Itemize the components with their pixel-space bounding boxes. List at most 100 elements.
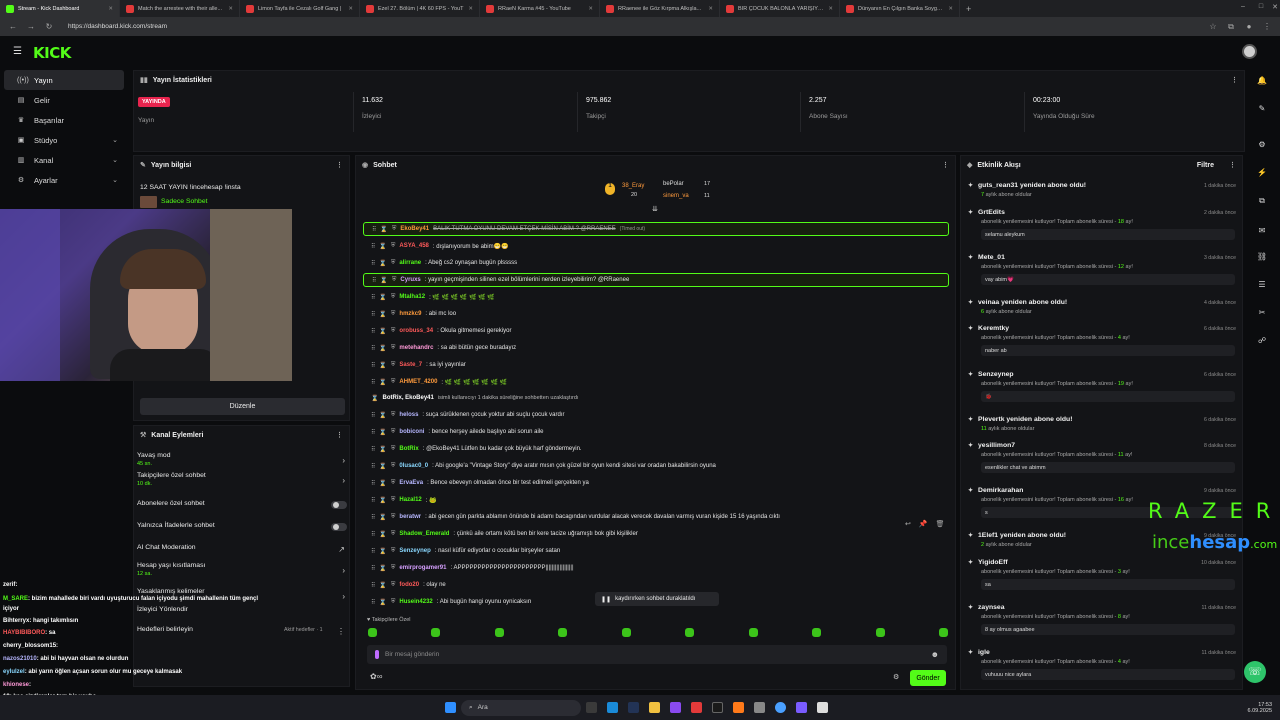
forward-icon[interactable]: →	[26, 22, 36, 31]
channel-action-item[interactable]: İzleyici Yönlendir	[137, 606, 349, 613]
leader-1-name[interactable]: 38_Eray	[622, 183, 644, 189]
chat-message[interactable]: ⠿ ⌛ ⛨ AHMET_4200: 🌿 🌿 🌿 🌿 🌿 🌿 🌿	[363, 375, 949, 389]
activity-event[interactable]: ✦ yesillimon7 abonelik yenilemesini kutluy…	[968, 442, 1236, 473]
star-icon[interactable]: ☆	[1208, 22, 1218, 31]
chrome-icon[interactable]	[775, 702, 786, 713]
folder-icon[interactable]	[649, 702, 660, 713]
chat-username[interactable]: hmzkc9	[399, 311, 421, 317]
chat-message[interactable]: ⠿ ⌛ ⛨ Hazal12: 🐸	[363, 493, 949, 507]
drag-handle-icon[interactable]: ⠿	[371, 463, 375, 470]
channel-action-item[interactable]: Yavaş mod 45 sn. ›	[137, 452, 349, 467]
chat-message[interactable]: ⠿ ⌛ ⛨ ErvaEva: Bence ebeveyn olmadan önce b…	[363, 476, 949, 490]
timeout-icon[interactable]: ⌛	[379, 260, 386, 267]
toggle-switch[interactable]	[331, 523, 347, 531]
chat-message[interactable]: ⠿ ⌛ ⛨ bobiconi: bence herşey ailede başlıyo…	[363, 425, 949, 439]
chat-settings-icon[interactable]: ✿∞	[370, 672, 382, 681]
chat-username[interactable]: alirrane	[399, 260, 421, 266]
browser-tab[interactable]: Dünyanın En Çılgın Banka Soygu... ✕	[840, 0, 960, 17]
sidebar-item-0[interactable]: ((•)) Yayın	[4, 70, 124, 90]
chat-message[interactable]: ⠿ ⌛ ⛨ Mtalha12: 🌿 🌿 🌿 🌿 🌿 🌿 🌿	[363, 290, 949, 304]
user-avatar[interactable]	[1242, 44, 1257, 59]
emote-icon[interactable]	[748, 628, 758, 637]
pin-icon[interactable]: 📌	[919, 520, 928, 532]
sidebar-item-1[interactable]: ▤ Gelir	[4, 90, 124, 110]
drag-handle-icon[interactable]: ⠿	[371, 497, 375, 504]
app-icon-1[interactable]	[670, 702, 681, 713]
drag-handle-icon[interactable]: ⠿	[371, 328, 375, 335]
emote-icon[interactable]	[685, 628, 695, 637]
emote-icon[interactable]	[558, 628, 568, 637]
emote-icon[interactable]	[812, 628, 822, 637]
delete-icon[interactable]: 🗑	[936, 520, 945, 532]
timeout-icon[interactable]: ⌛	[379, 379, 386, 386]
chat-username[interactable]: orobuss_34	[399, 328, 433, 334]
drag-handle-icon[interactable]: ⠿	[371, 599, 375, 606]
chat-username[interactable]: AHMET_4200	[399, 379, 437, 385]
drag-handle-icon[interactable]: ⠿	[371, 379, 375, 386]
chat-username[interactable]: emirprogamer91	[399, 565, 446, 571]
activity-event[interactable]: ✦ veinaa yeniden abone oldu! 6 aylık abone…	[968, 299, 1236, 315]
chat-username[interactable]: Shadow_Emerald	[399, 531, 449, 537]
browser-tab[interactable]: RRaeN Karma #45 - YouTube ✕	[480, 0, 600, 17]
stats-more-icon[interactable]: ⋮	[1231, 76, 1238, 84]
chat-username[interactable]: ErvaEva	[399, 480, 423, 486]
drag-handle-icon[interactable]: ⠿	[371, 565, 375, 572]
toggle-switch[interactable]	[331, 501, 347, 509]
chat-username[interactable]: Cyruxs	[400, 277, 420, 283]
channel-action-item[interactable]: Hesap yaşı kısıtlaması 12 sa. ›	[137, 562, 349, 577]
channel-action-item[interactable]: Yalnızca İfadelerle sohbet	[137, 522, 349, 531]
chat-message[interactable]: ⠿ ⌛ ⛨ EkoBey41 BALIK TUTMA OYUNU DEVAM ETÇEK…	[363, 222, 949, 236]
chat-username[interactable]: Hazal12	[399, 497, 421, 503]
chat-username[interactable]: ASYA_458	[399, 243, 428, 249]
tab-close-icon[interactable]: ✕	[948, 6, 953, 12]
activity-event[interactable]: ✦ Mete_01 abonelik yenilemesini kutluyor! …	[968, 254, 1236, 285]
channel-action-item[interactable]: Abonelere özel sohbet	[137, 500, 349, 509]
timeout-icon[interactable]: ⌛	[379, 243, 386, 250]
chat-message[interactable]: ⠿ ⌛ ⛨ emirprogamer91: APPPPPPPPPPPPPPPPPPPP…	[363, 561, 949, 575]
activity-event[interactable]: ✦ Senzeynep abonelik yenilemesini kutluyor…	[968, 371, 1236, 402]
browser-tab[interactable]: BİR ÇOCUK BALONLA YARIŞIYOR ✕	[720, 0, 840, 17]
chat-message[interactable]: ⠿ ⌛ ⛨ Senzeynep: nasıl küfür ediyorlar o co…	[363, 544, 949, 558]
timeout-icon[interactable]: ⌛	[379, 345, 386, 352]
send-button[interactable]: Gönder	[910, 670, 946, 686]
timeout-icon[interactable]: ⌛	[379, 565, 386, 572]
taskbar-clock[interactable]: 17:53 6.09.2025	[1248, 702, 1272, 714]
browser-tab[interactable]: Match the arrestee with their alle... ✕	[120, 0, 240, 17]
chat-username[interactable]: bobiconi	[399, 429, 424, 435]
chat-username[interactable]: heloss	[399, 412, 418, 418]
sidebar-item-2[interactable]: ♛ Başarılar	[4, 110, 124, 130]
minimize-icon[interactable]: –	[1236, 3, 1250, 10]
timeout-icon[interactable]: ⌛	[379, 294, 386, 301]
timeout-icon[interactable]: ⌛	[379, 531, 386, 538]
app-icon-5[interactable]	[754, 702, 765, 713]
drag-handle-icon[interactable]: ⠿	[371, 548, 375, 555]
chat-message[interactable]: ⠿ ⌛ ⛨ 0lusac0_0: Abi google'a "Vintage Stor…	[363, 459, 949, 473]
drag-handle-icon[interactable]: ⠿	[371, 345, 375, 352]
leader-2-name[interactable]: bePolar	[663, 181, 684, 187]
chat-message[interactable]: ⠿ ⌛ ⛨ Cyruxs: yayın geçmişinden silinen eze…	[363, 273, 949, 287]
taskbar-search[interactable]: ⌕ Ara	[461, 699, 581, 716]
drag-handle-icon[interactable]: ⠿	[371, 311, 375, 318]
activity-event[interactable]: ✦ Plevertk yeniden abone oldu! 11 aylık ab…	[968, 416, 1236, 432]
profile-icon[interactable]: ●	[1244, 22, 1254, 31]
windows-start-icon[interactable]	[445, 702, 456, 713]
emote-icon[interactable]	[368, 628, 377, 637]
timeout-icon[interactable]: ⌛	[379, 582, 386, 589]
emote-icon[interactable]	[494, 628, 504, 637]
drag-handle-icon[interactable]: ⠿	[371, 243, 375, 250]
app-icon-6[interactable]	[817, 702, 828, 713]
chat-message[interactable]: ⠿ ⌛ ⛨ metehandrc: sa abi bütün gece buraday…	[363, 341, 949, 355]
hamburger-menu-icon[interactable]: ☰	[13, 46, 22, 57]
chat-message[interactable]: ⠿ ⌛ ⛨ Saste_7: sa iyi yayınlar	[363, 358, 949, 372]
chat-more-icon[interactable]: ⋮	[942, 161, 949, 169]
chat-username[interactable]: fodo20	[399, 582, 419, 588]
back-icon[interactable]: ←	[8, 22, 18, 31]
settings-icon[interactable]: ⚙	[1256, 140, 1268, 152]
browser-tab[interactable]: Ezel 27. Bölüm | 4K 60 FPS - YouT ✕	[360, 0, 480, 17]
message-icon[interactable]: ✉	[1256, 226, 1268, 238]
activity-event[interactable]: ✦ YigidoEff abonelik yenilemesini kutluyor…	[968, 559, 1236, 590]
chat-username[interactable]: beratwr	[399, 514, 421, 520]
emoji-picker-icon[interactable]: ☻	[931, 650, 939, 659]
app-icon-3[interactable]	[712, 702, 723, 713]
sidebar-item-4[interactable]: ▥ Kanal ⌄	[4, 150, 124, 170]
